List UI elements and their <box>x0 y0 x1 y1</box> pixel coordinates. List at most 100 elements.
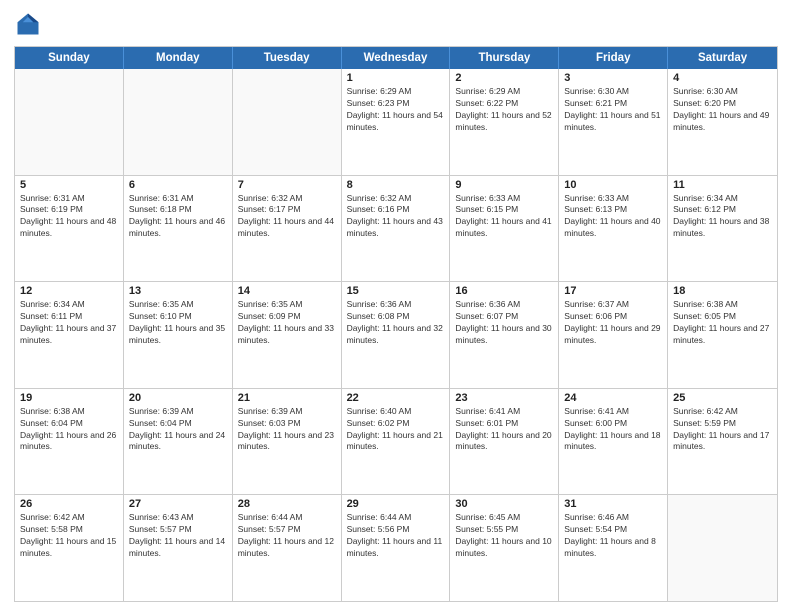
day-number: 24 <box>564 392 662 404</box>
calendar-cell: 24 Sunrise: 6:41 AMSunset: 6:00 PMDayligh… <box>559 389 668 495</box>
calendar-row: 12 Sunrise: 6:34 AMSunset: 6:11 PMDayligh… <box>15 281 777 388</box>
day-number: 25 <box>673 392 772 404</box>
calendar-cell: 30 Sunrise: 6:45 AMSunset: 5:55 PMDayligh… <box>450 495 559 601</box>
calendar-cell: 13 Sunrise: 6:35 AMSunset: 6:10 PMDayligh… <box>124 282 233 388</box>
day-number: 4 <box>673 72 772 84</box>
cell-info: Sunrise: 6:41 AMSunset: 6:00 PMDaylight:… <box>564 406 662 454</box>
cell-info: Sunrise: 6:32 AMSunset: 6:17 PMDaylight:… <box>238 193 336 241</box>
cell-info: Sunrise: 6:34 AMSunset: 6:11 PMDaylight:… <box>20 299 118 347</box>
calendar: SundayMondayTuesdayWednesdayThursdayFrid… <box>14 46 778 602</box>
day-number: 12 <box>20 285 118 297</box>
calendar-cell: 17 Sunrise: 6:37 AMSunset: 6:06 PMDayligh… <box>559 282 668 388</box>
calendar-cell: 9 Sunrise: 6:33 AMSunset: 6:15 PMDaylight… <box>450 176 559 282</box>
weekday-header: Wednesday <box>342 47 451 69</box>
calendar-cell: 15 Sunrise: 6:36 AMSunset: 6:08 PMDayligh… <box>342 282 451 388</box>
weekday-header: Friday <box>559 47 668 69</box>
calendar-cell <box>124 69 233 175</box>
day-number: 14 <box>238 285 336 297</box>
calendar-cell: 11Sunrise: 6:34 AMSunset: 6:12 PMDayligh… <box>668 176 777 282</box>
day-number: 20 <box>129 392 227 404</box>
calendar-cell: 20 Sunrise: 6:39 AMSunset: 6:04 PMDayligh… <box>124 389 233 495</box>
day-number: 3 <box>564 72 662 84</box>
day-number: 16 <box>455 285 553 297</box>
calendar-cell: 26Sunrise: 6:42 AMSunset: 5:58 PMDayligh… <box>15 495 124 601</box>
calendar-cell: 8 Sunrise: 6:32 AMSunset: 6:16 PMDaylight… <box>342 176 451 282</box>
day-number: 9 <box>455 179 553 191</box>
calendar-cell: 16 Sunrise: 6:36 AMSunset: 6:07 PMDayligh… <box>450 282 559 388</box>
weekday-header: Thursday <box>450 47 559 69</box>
cell-info: Sunrise: 6:43 AMSunset: 5:57 PMDaylight:… <box>129 512 227 560</box>
cell-info: Sunrise: 6:35 AMSunset: 6:10 PMDaylight:… <box>129 299 227 347</box>
calendar-cell: 23Sunrise: 6:41 AMSunset: 6:01 PMDayligh… <box>450 389 559 495</box>
day-number: 2 <box>455 72 553 84</box>
cell-info: Sunrise: 6:40 AMSunset: 6:02 PMDaylight:… <box>347 406 445 454</box>
cell-info: Sunrise: 6:29 AMSunset: 6:23 PMDaylight:… <box>347 86 445 134</box>
calendar-cell <box>233 69 342 175</box>
day-number: 29 <box>347 498 445 510</box>
day-number: 19 <box>20 392 118 404</box>
weekday-header: Saturday <box>668 47 777 69</box>
calendar-cell: 27 Sunrise: 6:43 AMSunset: 5:57 PMDayligh… <box>124 495 233 601</box>
calendar-cell: 6Sunrise: 6:31 AMSunset: 6:18 PMDaylight… <box>124 176 233 282</box>
cell-info: Sunrise: 6:34 AMSunset: 6:12 PMDaylight:… <box>673 193 772 241</box>
calendar-cell: 28 Sunrise: 6:44 AMSunset: 5:57 PMDayligh… <box>233 495 342 601</box>
day-number: 8 <box>347 179 445 191</box>
cell-info: Sunrise: 6:44 AMSunset: 5:57 PMDaylight:… <box>238 512 336 560</box>
calendar-row: 1 Sunrise: 6:29 AMSunset: 6:23 PMDaylight… <box>15 69 777 175</box>
calendar-row: 26Sunrise: 6:42 AMSunset: 5:58 PMDayligh… <box>15 494 777 601</box>
day-number: 18 <box>673 285 772 297</box>
calendar-cell: 4 Sunrise: 6:30 AMSunset: 6:20 PMDaylight… <box>668 69 777 175</box>
day-number: 23 <box>455 392 553 404</box>
weekday-header: Sunday <box>15 47 124 69</box>
cell-info: Sunrise: 6:37 AMSunset: 6:06 PMDaylight:… <box>564 299 662 347</box>
cell-info: Sunrise: 6:33 AMSunset: 6:13 PMDaylight:… <box>564 193 662 241</box>
cell-info: Sunrise: 6:30 AMSunset: 6:21 PMDaylight:… <box>564 86 662 134</box>
day-number: 1 <box>347 72 445 84</box>
cell-info: Sunrise: 6:39 AMSunset: 6:03 PMDaylight:… <box>238 406 336 454</box>
calendar-cell: 18 Sunrise: 6:38 AMSunset: 6:05 PMDayligh… <box>668 282 777 388</box>
calendar-row: 5 Sunrise: 6:31 AMSunset: 6:19 PMDaylight… <box>15 175 777 282</box>
day-number: 21 <box>238 392 336 404</box>
cell-info: Sunrise: 6:36 AMSunset: 6:07 PMDaylight:… <box>455 299 553 347</box>
cell-info: Sunrise: 6:45 AMSunset: 5:55 PMDaylight:… <box>455 512 553 560</box>
cell-info: Sunrise: 6:42 AMSunset: 5:59 PMDaylight:… <box>673 406 772 454</box>
calendar-cell: 21 Sunrise: 6:39 AMSunset: 6:03 PMDayligh… <box>233 389 342 495</box>
day-number: 5 <box>20 179 118 191</box>
cell-info: Sunrise: 6:33 AMSunset: 6:15 PMDaylight:… <box>455 193 553 241</box>
calendar-cell: 25 Sunrise: 6:42 AMSunset: 5:59 PMDayligh… <box>668 389 777 495</box>
weekday-header: Tuesday <box>233 47 342 69</box>
cell-info: Sunrise: 6:35 AMSunset: 6:09 PMDaylight:… <box>238 299 336 347</box>
calendar-cell: 22 Sunrise: 6:40 AMSunset: 6:02 PMDayligh… <box>342 389 451 495</box>
day-number: 13 <box>129 285 227 297</box>
cell-info: Sunrise: 6:36 AMSunset: 6:08 PMDaylight:… <box>347 299 445 347</box>
logo-icon <box>14 10 42 38</box>
day-number: 15 <box>347 285 445 297</box>
day-number: 30 <box>455 498 553 510</box>
cell-info: Sunrise: 6:32 AMSunset: 6:16 PMDaylight:… <box>347 193 445 241</box>
day-number: 22 <box>347 392 445 404</box>
calendar-cell: 19 Sunrise: 6:38 AMSunset: 6:04 PMDayligh… <box>15 389 124 495</box>
calendar-cell: 14 Sunrise: 6:35 AMSunset: 6:09 PMDayligh… <box>233 282 342 388</box>
cell-info: Sunrise: 6:31 AMSunset: 6:19 PMDaylight:… <box>20 193 118 241</box>
calendar-cell: 29Sunrise: 6:44 AMSunset: 5:56 PMDayligh… <box>342 495 451 601</box>
cell-info: Sunrise: 6:30 AMSunset: 6:20 PMDaylight:… <box>673 86 772 134</box>
header <box>14 10 778 38</box>
calendar-cell: 12 Sunrise: 6:34 AMSunset: 6:11 PMDayligh… <box>15 282 124 388</box>
day-number: 26 <box>20 498 118 510</box>
day-number: 28 <box>238 498 336 510</box>
cell-info: Sunrise: 6:38 AMSunset: 6:04 PMDaylight:… <box>20 406 118 454</box>
calendar-cell: 3 Sunrise: 6:30 AMSunset: 6:21 PMDaylight… <box>559 69 668 175</box>
weekday-header: Monday <box>124 47 233 69</box>
day-number: 6 <box>129 179 227 191</box>
calendar-cell: 7 Sunrise: 6:32 AMSunset: 6:17 PMDaylight… <box>233 176 342 282</box>
cell-info: Sunrise: 6:39 AMSunset: 6:04 PMDaylight:… <box>129 406 227 454</box>
calendar-cell <box>15 69 124 175</box>
calendar-cell: 31Sunrise: 6:46 AMSunset: 5:54 PMDayligh… <box>559 495 668 601</box>
calendar-cell: 2Sunrise: 6:29 AMSunset: 6:22 PMDaylight… <box>450 69 559 175</box>
day-number: 7 <box>238 179 336 191</box>
day-number: 10 <box>564 179 662 191</box>
cell-info: Sunrise: 6:38 AMSunset: 6:05 PMDaylight:… <box>673 299 772 347</box>
day-number: 27 <box>129 498 227 510</box>
logo <box>14 10 46 38</box>
day-number: 17 <box>564 285 662 297</box>
